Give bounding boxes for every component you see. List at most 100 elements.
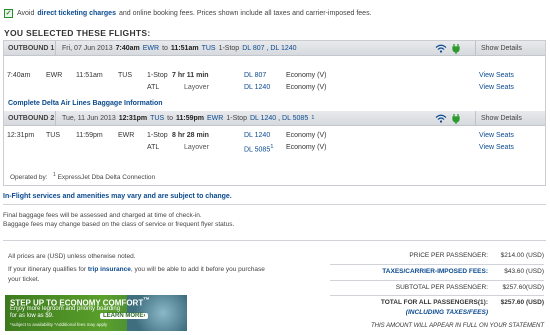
operated-by-value: ExpressJet Dba Delta Connection [57, 174, 156, 182]
trip-insurance-note: If your itinerary qualifies for trip ins… [8, 265, 278, 285]
segment-layover: Layover [184, 84, 209, 91]
outbound-1-dep-time: 7:40am [115, 44, 140, 52]
divider [3, 240, 546, 241]
segment-flight[interactable]: DL 1240 [244, 132, 270, 139]
outbound-2-to: to [167, 114, 173, 122]
segment-from: TUS [46, 132, 60, 139]
direct-ticketing-link[interactable]: direct ticketing charges [37, 10, 116, 17]
subtotal-row: SUBTOTAL PER PASSENGER: $257.60(USD) [330, 280, 544, 291]
segment-dep-time: 12:31pm [7, 132, 35, 139]
segment-stops: ATL [147, 84, 160, 91]
segment-flight-number: DL 5085 [244, 146, 271, 154]
outbound-2-dep-code: TUS [150, 114, 165, 122]
outbound-1-dep-code: EWR [142, 44, 160, 52]
statement-note: THIS AMOUNT WILL APPEAR IN FULL ON YOUR … [370, 323, 544, 329]
price-label: PRICE PER PASSENGER: [409, 252, 488, 259]
total-row: TOTAL FOR ALL PASSENGERS(1): $257.60 (US… [330, 295, 544, 306]
trip-insurance-link[interactable]: trip insurance [88, 266, 131, 273]
view-seats-link[interactable]: View Seats [479, 84, 514, 91]
power-outlet-icon [452, 43, 460, 54]
checkmark-icon: ✓ [4, 8, 13, 18]
outbound-1-header: OUTBOUND 1 Fri, 07 Jun 2013 7:40am EWR t… [4, 41, 545, 56]
outbound-1-label: OUTBOUND 1 [4, 41, 56, 55]
segment-cabin: Economy (V) [286, 132, 327, 139]
outbound-2-label: OUTBOUND 2 [4, 111, 56, 125]
power-outlet-icon [452, 113, 460, 124]
segment-arr-time: 11:59pm [76, 132, 103, 139]
outbound-2-stops: 1-Stop [226, 114, 247, 122]
promo-line-1: Enjoy more legroom and priority boarding [10, 306, 121, 312]
outbound-2-dep-time: 12:31pm [118, 114, 148, 122]
taxes-row: TAXES/CARRIER-IMPOSED FEES: $43.60 (USD) [330, 264, 544, 275]
segment-stops: ATL [147, 144, 160, 151]
segment-footnote: 1 [270, 144, 274, 150]
baggage-info-link[interactable]: Complete Delta Air Lines Baggage Informa… [8, 100, 163, 107]
outbound-2-summary: Tue, 11 Jun 2013 12:31pm TUS to 11:59pm … [56, 115, 435, 122]
promo-fine-print: *subject to availability *Additional fee… [10, 322, 108, 327]
segment-cabin: Economy (V) [286, 84, 327, 91]
inflight-services-link[interactable]: In-Flight services and amenities may var… [3, 193, 232, 200]
taxes-value: $43.60 (USD) [504, 268, 544, 275]
selected-flights-title: YOU SELECTED THESE FLIGHTS: [4, 28, 151, 38]
outbound-1-arr-code: TUS [201, 44, 216, 52]
outbound-1-date: Fri, 07 Jun 2013 [62, 44, 113, 52]
outbound-1-show-details[interactable]: Show Details [475, 41, 545, 55]
outbound-1-arr-time: 11:51am [170, 44, 199, 52]
divider [3, 204, 546, 205]
segment-layover: Layover [184, 144, 209, 151]
price-value: $214.00 (USD) [500, 252, 544, 259]
outbound-1-to: to [162, 44, 168, 52]
outbound-2-header: OUTBOUND 2 Tue, 11 Jun 2013 12:31pm TUS … [4, 111, 545, 126]
flights-panel: OUTBOUND 1 Fri, 07 Jun 2013 7:40am EWR t… [3, 40, 546, 186]
ticketing-notice: ✓ Avoid direct ticketing charges and onl… [4, 6, 544, 20]
economy-comfort-banner[interactable]: STEP UP TO ECONOMY COMFORT™ Enjoy more l… [5, 295, 187, 331]
amenity-icons [435, 113, 475, 124]
outbound-1-flights: DL 807 , DL 1240 [242, 44, 297, 52]
outbound-2-flights: DL 1240 , DL 5085 [249, 114, 309, 122]
segment-stops: 1-Stop [147, 72, 168, 79]
insurance-pre: If your itinerary qualifies for [8, 266, 87, 273]
segment-flight[interactable]: DL 50851 [244, 144, 273, 153]
view-seats-link[interactable]: View Seats [479, 144, 514, 151]
wifi-icon [435, 114, 447, 123]
operated-by: Operated by: 1 ExpressJet Dba Delta Conn… [10, 172, 155, 181]
view-seats-link[interactable]: View Seats [479, 132, 514, 139]
operated-by-label: Operated by: [10, 174, 48, 182]
operated-by-footnote: 1 [53, 172, 56, 178]
promo-line-2: for as low as $9. [10, 313, 54, 319]
segment-flight[interactable]: DL 1240 [244, 84, 270, 91]
segment-duration: 7 hr 11 min [172, 72, 209, 79]
subtotal-label: SUBTOTAL PER PASSENGER: [395, 284, 488, 291]
baggage-note-1: Final baggage fees will be assessed and … [3, 212, 202, 219]
subtotal-value: $257.60(USD) [502, 284, 544, 291]
outbound-2-show-details[interactable]: Show Details [475, 111, 545, 125]
outbound-2-footnote: 1 [311, 115, 315, 121]
segment-from: EWR [46, 72, 63, 79]
amenity-icons [435, 43, 475, 54]
outbound-2-segment-2: ATL Layover DL 50851 Economy (V) View Se… [4, 142, 545, 156]
total-label: TOTAL FOR ALL PASSENGERS(1): [380, 299, 488, 306]
segment-arr-time: 11:51am [76, 72, 103, 79]
segment-flight[interactable]: DL 807 [244, 72, 266, 79]
notice-lead: Avoid [17, 9, 35, 17]
trademark: ™ [143, 297, 150, 304]
learn-more-button[interactable]: LEARN MORE› [100, 313, 149, 319]
wifi-icon [435, 44, 447, 53]
incl-row: (INCLUDING TAXES/FEES) [330, 309, 544, 319]
segment-cabin: Economy (V) [286, 72, 327, 79]
outbound-1-stops: 1-Stop [218, 44, 240, 52]
baggage-fees-note: Final baggage fees will be assessed and … [3, 211, 234, 229]
segment-to: EWR [118, 132, 135, 139]
outbound-1-summary: Fri, 07 Jun 2013 7:40am EWR to 11:51am T… [56, 45, 435, 52]
notice-text: and online booking fees. Prices shown in… [118, 9, 372, 17]
outbound-2-arr-time: 11:59pm [175, 114, 204, 122]
segment-dep-time: 7:40am [7, 72, 31, 79]
segment-to: TUS [118, 72, 132, 79]
taxes-link[interactable]: TAXES/CARRIER-IMPOSED FEES: [382, 268, 488, 275]
outbound-2-date: Tue, 11 Jun 2013 [62, 114, 116, 122]
view-seats-link[interactable]: View Seats [479, 72, 514, 79]
total-value: $257.60 (USD) [500, 299, 544, 306]
outbound-2-arr-code: EWR [207, 114, 224, 122]
including-taxes-link[interactable]: (INCLUDING TAXES/FEES) [406, 309, 488, 316]
outbound-1-segment-2: ATL Layover DL 1240 Economy (V) View Sea… [4, 82, 545, 96]
